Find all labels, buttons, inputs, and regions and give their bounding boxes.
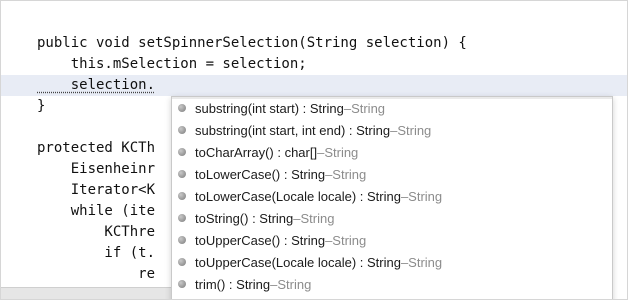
autocomplete-item-separator: –	[325, 232, 333, 248]
method-bullet-icon	[178, 170, 186, 178]
autocomplete-item-owner: String	[397, 122, 432, 138]
autocomplete-item-signature: toLowerCase(Locale locale) : String	[195, 188, 401, 204]
autocomplete-item-signature: trim() : String	[195, 276, 271, 292]
autocomplete-item-owner: String	[408, 254, 443, 270]
method-bullet-icon	[178, 192, 186, 200]
autocomplete-item-separator: –	[317, 144, 325, 160]
autocomplete-popup[interactable]: substring(int start) : String – String s…	[171, 96, 613, 299]
bottom-strip	[1, 287, 176, 299]
method-bullet-icon	[178, 258, 186, 266]
autocomplete-item-owner: String	[351, 100, 386, 116]
autocomplete-item-signature: substring(int start) : String	[195, 100, 344, 116]
autocomplete-item[interactable]: toUpperCase(Locale locale) : String – St…	[172, 251, 612, 273]
method-bullet-icon	[178, 104, 186, 112]
autocomplete-item-separator: –	[293, 210, 301, 226]
autocomplete-item-owner: String	[277, 276, 312, 292]
code-line[interactable]: re	[37, 264, 155, 285]
autocomplete-item-owner: String	[300, 210, 335, 226]
code-line-current-text[interactable]: selection.	[37, 75, 155, 96]
autocomplete-item[interactable]: toCharArray() : char[] – String	[172, 141, 612, 163]
autocomplete-item-signature: substring(int start, int end) : String	[195, 122, 391, 138]
autocomplete-item-separator: –	[400, 254, 409, 270]
autocomplete-item-owner: String	[324, 144, 359, 160]
code-editor[interactable]: public void setSpinnerSelection(String s…	[1, 1, 627, 299]
method-bullet-icon	[178, 148, 186, 156]
autocomplete-item[interactable]: toLowerCase() : String – String	[172, 163, 612, 185]
autocomplete-item-separator: –	[390, 122, 398, 138]
code-line[interactable]: Iterator<K	[37, 180, 155, 201]
current-code-line[interactable]: selection.	[1, 75, 627, 96]
method-bullet-icon	[178, 280, 186, 288]
autocomplete-item-signature: toString() : String	[195, 210, 294, 226]
code-line[interactable]: KCThre	[37, 222, 155, 243]
method-bullet-icon	[178, 236, 186, 244]
code-line[interactable]: }	[37, 96, 45, 117]
autocomplete-item-owner: String	[408, 188, 443, 204]
autocomplete-item[interactable]: toLowerCase(Locale locale) : String – St…	[172, 185, 612, 207]
code-line[interactable]: public void setSpinnerSelection(String s…	[37, 33, 467, 54]
autocomplete-item-separator: –	[400, 188, 409, 204]
code-line[interactable]: protected KCTh	[37, 138, 155, 159]
method-bullet-icon	[178, 214, 186, 222]
window-frame: public void setSpinnerSelection(String s…	[0, 0, 628, 300]
autocomplete-item-signature: toUpperCase(Locale locale) : String	[195, 254, 401, 270]
autocomplete-item[interactable]: substring(int start) : String – String	[172, 97, 612, 119]
autocomplete-item-separator: –	[343, 100, 352, 116]
autocomplete-item-separator: –	[270, 276, 278, 292]
code-line[interactable]: this.mSelection = selection;	[37, 54, 307, 75]
method-bullet-icon	[178, 126, 186, 134]
autocomplete-item-signature: toLowerCase() : String	[195, 166, 326, 182]
autocomplete-item-owner: String	[332, 232, 367, 248]
autocomplete-item[interactable]: toString() : String – String	[172, 207, 612, 229]
autocomplete-item-owner: String	[332, 166, 367, 182]
autocomplete-item[interactable]: toUpperCase() : String – String	[172, 229, 612, 251]
autocomplete-item-signature: toUpperCase() : String	[195, 232, 326, 248]
code-line[interactable]: while (ite	[37, 201, 155, 222]
code-line[interactable]: if (t.	[37, 243, 155, 264]
autocomplete-item-separator: –	[325, 166, 333, 182]
autocomplete-item[interactable]: substring(int start, int end) : String –…	[172, 119, 612, 141]
code-line[interactable]: Eisenheinr	[37, 159, 155, 180]
autocomplete-item[interactable]: trim() : String – String	[172, 273, 612, 295]
autocomplete-item-signature: toCharArray() : char[]	[195, 144, 318, 160]
